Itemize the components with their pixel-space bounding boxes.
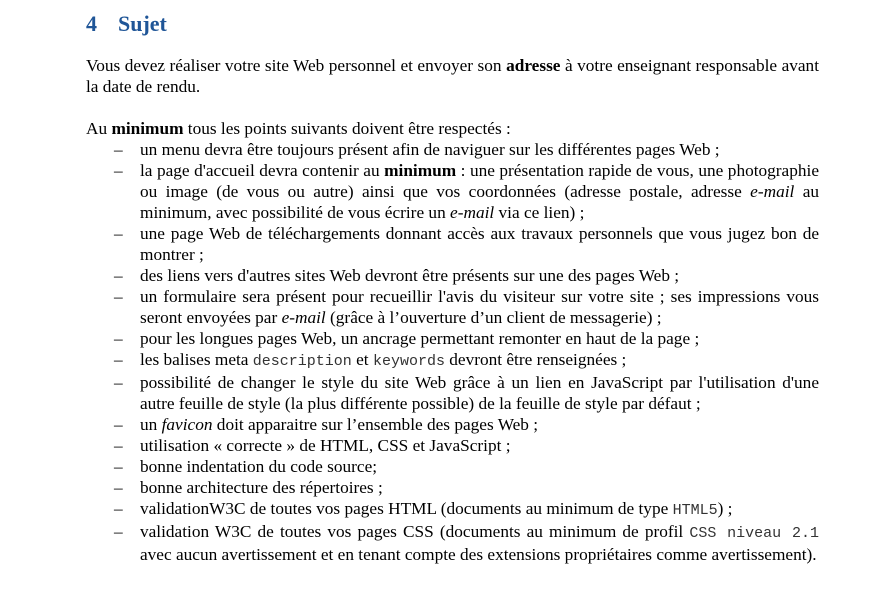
- bullet-dash: –: [114, 329, 123, 348]
- item-text: avec aucun avertissement et en tenant co…: [140, 545, 817, 564]
- lead-text: Au: [86, 119, 112, 138]
- section-heading: 4 Sujet: [86, 11, 167, 37]
- item-text: via ce lien) ;: [494, 203, 585, 222]
- list-item-utilisation: – utilisation « correcte » de HTML, CSS e…: [86, 435, 819, 456]
- item-text: bonne architecture des répertoires ;: [140, 478, 383, 497]
- list-item-menu: – un menu devra être toujours présent afi…: [86, 139, 819, 160]
- item-text: des liens vers d'autres sites Web devron…: [140, 266, 680, 285]
- item-italic: e-mail: [281, 308, 326, 327]
- lead-text-end: tous les points suivants doivent être re…: [183, 119, 511, 138]
- item-text: ) ;: [717, 499, 733, 518]
- item-code: CSS niveau 2.1: [689, 525, 819, 542]
- item-code: description: [252, 353, 352, 370]
- item-code: HTML5: [672, 502, 718, 519]
- lead-bold: minimum: [111, 119, 184, 138]
- list-item-accueil: – la page d'accueil devra contenir au min…: [86, 160, 819, 223]
- item-text: utilisation « correcte » de HTML, CSS et…: [140, 436, 511, 455]
- bullet-dash: –: [114, 350, 123, 369]
- item-text: (grâce à l’ouverture d’un client de mess…: [325, 308, 662, 327]
- list-item-indentation: – bonne indentation du code source;: [86, 456, 819, 477]
- intro-bold: adresse: [506, 56, 561, 75]
- item-text: devront être renseignées ;: [444, 350, 627, 369]
- item-text: bonne indentation du code source;: [140, 457, 378, 476]
- item-text: une page Web de téléchargements donnant …: [140, 224, 819, 264]
- item-text: les balises meta: [140, 350, 253, 369]
- section-title: Sujet: [118, 11, 167, 36]
- intro-text: Vous devez réaliser votre site Web perso…: [86, 56, 507, 75]
- list-item-validation-html: – validationW3C de toutes vos pages HTML …: [86, 498, 819, 521]
- item-text: un: [140, 415, 162, 434]
- intro-paragraph: Vous devez réaliser votre site Web perso…: [86, 55, 819, 97]
- item-text: possibilité de changer le style du site …: [140, 373, 819, 413]
- list-item-liens: – des liens vers d'autres sites Web devro…: [86, 265, 819, 286]
- item-italic: e-mail: [450, 203, 495, 222]
- list-item-architecture: – bonne architecture des répertoires ;: [86, 477, 819, 498]
- bullet-dash: –: [114, 224, 123, 243]
- bullet-dash: –: [114, 415, 123, 434]
- bullet-dash: –: [114, 373, 123, 392]
- bullet-dash: –: [114, 161, 123, 180]
- item-text: validation W3C de toutes vos pages CSS (…: [140, 522, 690, 541]
- bullet-dash: –: [114, 266, 123, 285]
- item-text: doit apparaitre sur l’ensemble des pages…: [212, 415, 539, 434]
- item-code: keywords: [372, 353, 445, 370]
- list-item-validation-css: – validation W3C de toutes vos pages CSS …: [86, 521, 819, 565]
- list-item-formulaire: – un formulaire sera présent pour recueil…: [86, 286, 819, 328]
- item-italic: e-mail: [750, 182, 795, 201]
- item-italic: favicon: [161, 415, 213, 434]
- item-text: pour les longues pages Web, un ancrage p…: [140, 329, 700, 348]
- list-item-style: – possibilité de changer le style du site…: [86, 372, 819, 414]
- item-text: la page d'accueil devra contenir au: [140, 161, 385, 180]
- requirements-list: – un menu devra être toujours présent afi…: [86, 139, 819, 565]
- bullet-dash: –: [114, 522, 123, 541]
- requirements-lead: Au minimum tous les points suivants doiv…: [86, 118, 819, 139]
- bullet-dash: –: [114, 287, 123, 306]
- list-item-meta: – les balises meta description et keyword…: [86, 349, 819, 372]
- item-text: et: [351, 350, 373, 369]
- bullet-dash: –: [114, 478, 123, 497]
- bullet-dash: –: [114, 499, 123, 518]
- bullet-dash: –: [114, 436, 123, 455]
- section-number: 4: [86, 11, 97, 36]
- item-text: un menu devra être toujours présent afin…: [140, 140, 720, 159]
- list-item-telechargements: – une page Web de téléchargements donnant…: [86, 223, 819, 265]
- list-item-favicon: – un favicon doit apparaitre sur l’ensemb…: [86, 414, 819, 435]
- item-text: validationW3C de toutes vos pages HTML (…: [140, 499, 673, 518]
- bullet-dash: –: [114, 457, 123, 476]
- bullet-dash: –: [114, 140, 123, 159]
- item-bold: minimum: [384, 161, 457, 180]
- list-item-ancrage: – pour les longues pages Web, un ancrage …: [86, 328, 819, 349]
